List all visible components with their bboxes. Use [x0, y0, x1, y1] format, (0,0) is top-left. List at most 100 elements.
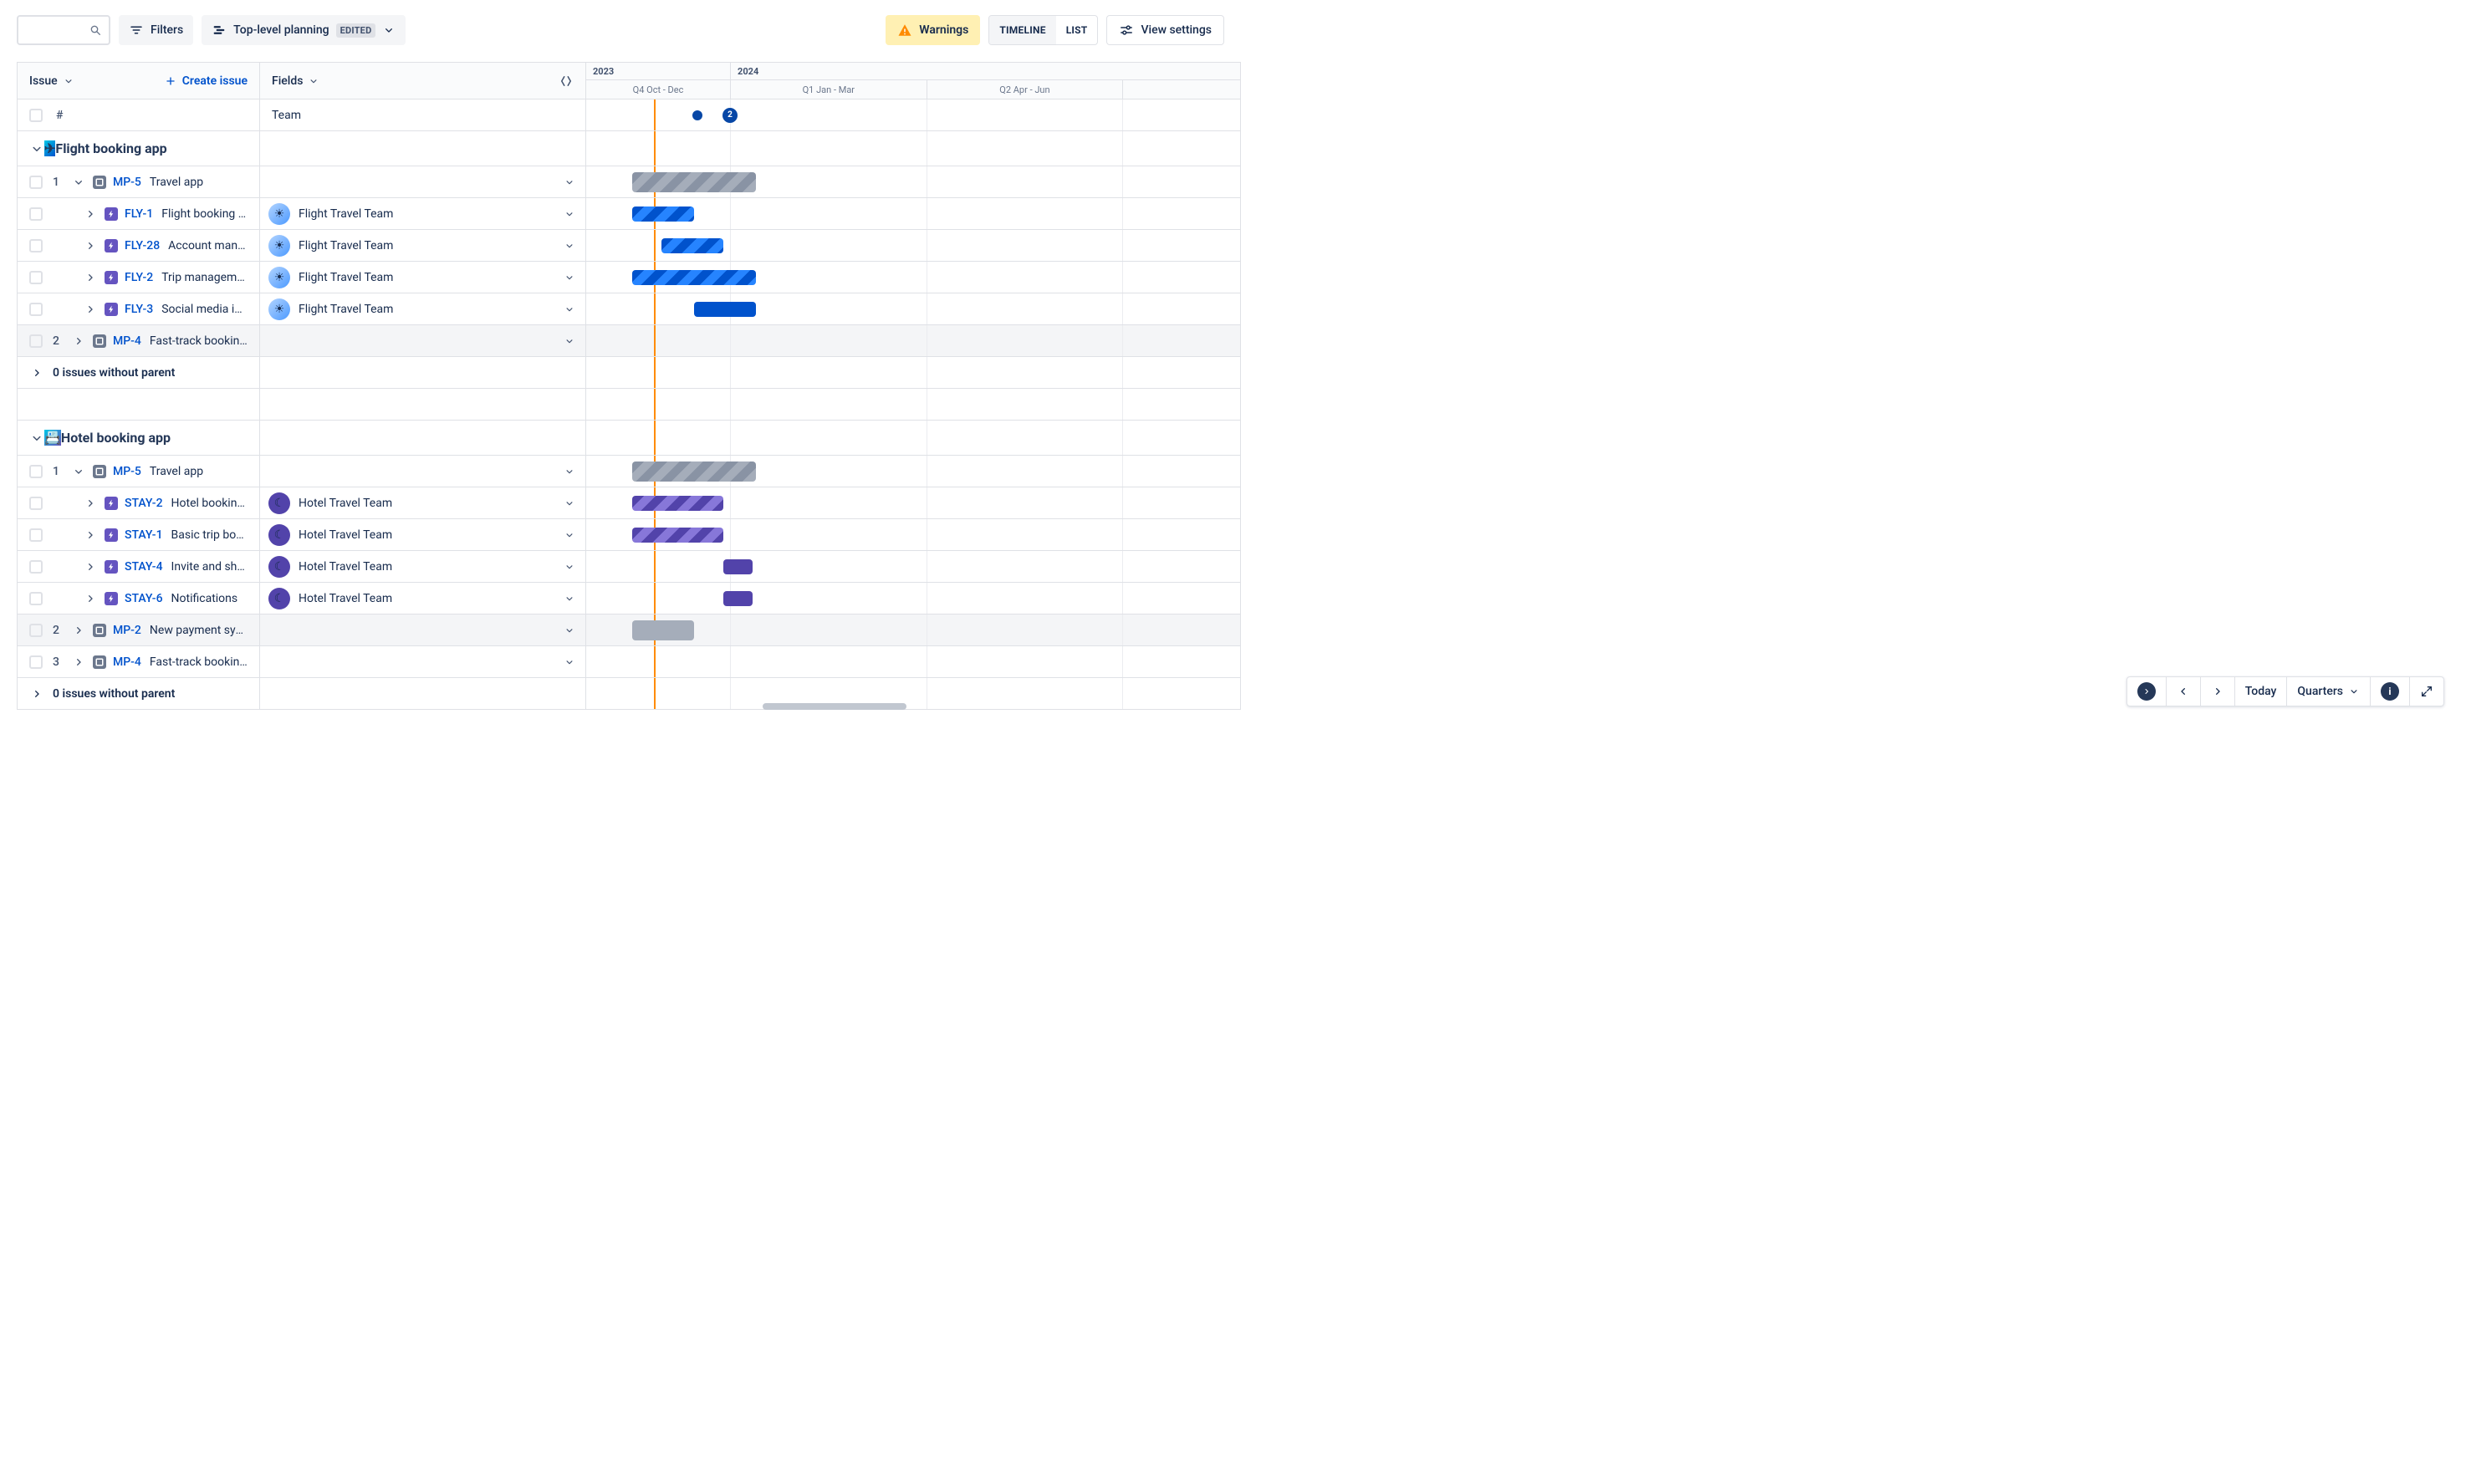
row-toggle[interactable] — [83, 270, 98, 285]
timeline-bar[interactable] — [632, 462, 757, 482]
issue-key[interactable]: FLY-1 — [125, 207, 153, 221]
section-toggle[interactable] — [29, 431, 44, 446]
row-toggle[interactable] — [83, 559, 98, 574]
row-checkbox[interactable] — [29, 334, 43, 348]
row-checkbox[interactable] — [29, 303, 43, 316]
row-more-button[interactable] — [562, 528, 577, 543]
issue-key[interactable]: FLY-2 — [125, 271, 153, 284]
row-toggle[interactable] — [83, 207, 98, 222]
issue-row: FLY-28 Account mana... — [18, 230, 260, 262]
search-icon — [89, 23, 102, 37]
view-settings-button[interactable]: View settings — [1106, 15, 1224, 45]
issue-key[interactable]: MP-4 — [113, 334, 141, 348]
issue-key[interactable]: MP-5 — [113, 176, 141, 189]
issue-key[interactable]: FLY-3 — [125, 303, 153, 316]
row-more-button[interactable] — [562, 559, 577, 574]
collapse-columns-icon[interactable] — [559, 74, 574, 89]
timeline-bar[interactable] — [723, 591, 753, 606]
row-more-button[interactable] — [562, 496, 577, 511]
warnings-button[interactable]: Warnings — [886, 15, 980, 45]
today-button[interactable]: Today — [2234, 677, 2287, 706]
row-toggle[interactable] — [83, 302, 98, 317]
row-more-button[interactable] — [562, 270, 577, 285]
row-checkbox[interactable] — [29, 239, 43, 252]
timeline-scrollbar[interactable] — [763, 703, 906, 710]
timeline-bar[interactable] — [632, 528, 723, 543]
row-checkbox[interactable] — [29, 655, 43, 669]
release-marker-badge[interactable]: 2 — [722, 108, 738, 123]
release-marker[interactable] — [692, 110, 702, 120]
issue-key[interactable]: MP-2 — [113, 624, 141, 637]
row-toggle[interactable] — [71, 655, 86, 670]
search-input[interactable] — [25, 23, 89, 38]
scale-dropdown[interactable]: Quarters — [2286, 677, 2370, 706]
timeline-bar[interactable] — [632, 620, 694, 640]
orphans-row[interactable]: 0 issues without parent — [18, 357, 260, 389]
row-more-button[interactable] — [562, 464, 577, 479]
issue-key[interactable]: FLY-28 — [125, 239, 160, 252]
issue-row: STAY-6 Notifications — [18, 583, 260, 615]
toggle-list[interactable]: LIST — [1056, 16, 1098, 44]
timeline-bar[interactable] — [632, 172, 757, 192]
orphans-row[interactable]: 0 issues without parent — [18, 678, 260, 710]
row-checkbox[interactable] — [29, 624, 43, 637]
row-more-button[interactable] — [562, 207, 577, 222]
orphans-toggle[interactable] — [29, 686, 44, 701]
section-toggle[interactable] — [29, 141, 44, 156]
fields-header-label: Fields — [272, 74, 303, 88]
timeline-bar[interactable] — [632, 207, 694, 222]
row-checkbox[interactable] — [29, 497, 43, 510]
scroll-next-button[interactable] — [2200, 677, 2234, 706]
issue-key[interactable]: MP-4 — [113, 655, 141, 669]
filters-button[interactable]: Filters — [119, 15, 193, 45]
row-toggle[interactable] — [71, 623, 86, 638]
row-toggle[interactable] — [83, 238, 98, 253]
row-checkbox[interactable] — [29, 465, 43, 478]
issue-key[interactable]: STAY-1 — [125, 528, 163, 542]
issue-key[interactable]: MP-5 — [113, 465, 141, 478]
row-checkbox[interactable] — [29, 176, 43, 189]
fullscreen-button[interactable] — [2409, 677, 2443, 706]
row-toggle[interactable] — [83, 591, 98, 606]
create-issue-label: Create issue — [182, 74, 248, 88]
row-toggle[interactable] — [71, 464, 86, 479]
issue-key[interactable]: STAY-6 — [125, 592, 163, 605]
row-checkbox[interactable] — [29, 271, 43, 284]
search-input-wrapper[interactable] — [17, 15, 110, 45]
row-checkbox[interactable] — [29, 207, 43, 221]
row-more-button[interactable] — [562, 591, 577, 606]
create-issue-button[interactable]: Create issue — [164, 74, 248, 88]
timeline-bar[interactable] — [694, 302, 756, 317]
row-more-button[interactable] — [562, 302, 577, 317]
orphans-toggle[interactable] — [29, 365, 44, 380]
toggle-timeline[interactable]: TIMELINE — [989, 16, 1055, 44]
row-checkbox[interactable] — [29, 560, 43, 574]
timeline-bar[interactable] — [632, 270, 757, 285]
select-all-checkbox[interactable] — [29, 109, 43, 122]
row-more-button[interactable] — [562, 175, 577, 190]
scroll-back-button[interactable] — [2166, 677, 2200, 706]
row-checkbox[interactable] — [29, 592, 43, 605]
team-avatar: ☀ — [268, 267, 290, 288]
legend-button[interactable]: i — [2370, 677, 2409, 706]
timeline-bar[interactable] — [723, 559, 753, 574]
fields-header-dropdown[interactable]: Fields — [272, 74, 319, 88]
timeline-bar[interactable] — [632, 496, 723, 511]
row-toggle[interactable] — [83, 528, 98, 543]
team-cell: ☀ Flight Travel Team — [268, 298, 562, 320]
row-more-button[interactable] — [562, 334, 577, 349]
issue-key[interactable]: STAY-2 — [125, 497, 163, 510]
row-more-button[interactable] — [562, 623, 577, 638]
row-checkbox[interactable] — [29, 528, 43, 542]
row-more-button[interactable] — [562, 238, 577, 253]
plan-switcher[interactable]: Top-level planning EDITED — [202, 15, 406, 45]
team-cell: ☾ Hotel Travel Team — [268, 524, 562, 546]
issue-header-sort[interactable]: Issue — [29, 74, 74, 88]
row-toggle[interactable] — [71, 175, 86, 190]
issue-key[interactable]: STAY-4 — [125, 560, 163, 574]
row-toggle[interactable] — [71, 334, 86, 349]
row-more-button[interactable] — [562, 655, 577, 670]
scroll-forward-button[interactable] — [2127, 677, 2166, 706]
row-toggle[interactable] — [83, 496, 98, 511]
timeline-bar[interactable] — [661, 238, 723, 253]
